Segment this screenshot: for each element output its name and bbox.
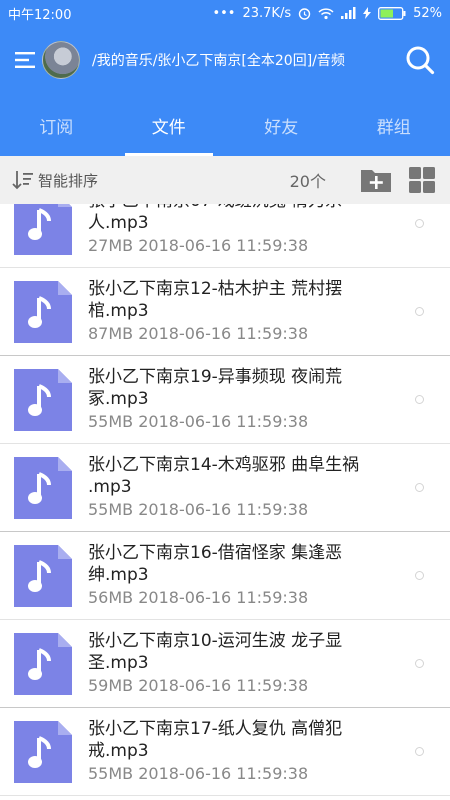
file-row[interactable]: 张小乙下南京16-借宿怪家 集逢恶绅.mp3 56MB 2018-06-16 1…: [0, 532, 450, 620]
file-size: 55MB: [88, 764, 134, 783]
file-meta: 55MB 2018-06-16 11:59:38: [88, 500, 308, 519]
file-row[interactable]: 张小乙下南京07-戏班沉冤 情刀杀人.mp3 27MB 2018-06-16 1…: [0, 204, 450, 268]
alarm-icon: [298, 7, 311, 20]
file-toolbar: 智能排序 20个: [0, 156, 450, 204]
select-radio[interactable]: [415, 307, 424, 316]
sort-icon: [12, 171, 33, 190]
file-row[interactable]: 张小乙下南京14-木鸡驱邪 曲阜生祸 .mp3 55MB 2018-06-16 …: [0, 444, 450, 532]
tab-subscribe[interactable]: 订阅: [0, 94, 113, 156]
breadcrumb: /我的音乐/张小乙下南京[全本20回]/音频: [92, 53, 345, 69]
file-title: 张小乙下南京12-枯木护主 荒村摆棺.mp3: [88, 279, 343, 321]
new-folder-button[interactable]: [360, 164, 392, 196]
status-right: ••• 23.7K/s 52%: [212, 6, 442, 21]
audio-file-icon: [14, 369, 72, 431]
audio-file-icon: [14, 204, 72, 255]
file-title: 张小乙下南京19-异事频现 夜闹荒冢.mp3: [88, 367, 343, 409]
file-count: 20个: [289, 172, 326, 191]
audio-file-icon: [14, 457, 72, 519]
net-speed: 23.7K/s: [242, 5, 292, 21]
select-radio[interactable]: [415, 483, 424, 492]
file-meta: 59MB 2018-06-16 11:59:38: [88, 676, 308, 695]
avatar[interactable]: [42, 41, 80, 79]
sort-label: 智能排序: [38, 171, 99, 190]
app-bar: /我的音乐/张小乙下南京[全本20回]/音频: [0, 26, 450, 94]
file-date: 2018-06-16 11:59:38: [138, 676, 309, 695]
file-size: 27MB: [88, 236, 134, 255]
wifi-icon: [318, 7, 334, 20]
select-radio[interactable]: [415, 219, 424, 228]
file-title: 张小乙下南京10-运河生波 龙子显圣.mp3: [88, 631, 343, 673]
file-size: 87MB: [88, 324, 134, 343]
file-date: 2018-06-16 11:59:38: [138, 412, 309, 431]
status-bar: 中午12:00 ••• 23.7K/s 52%: [0, 0, 450, 26]
tab-files[interactable]: 文件: [113, 94, 226, 156]
new-folder-icon: [361, 170, 391, 192]
file-list-inner: 张小乙下南京07-戏班沉冤 情刀杀人.mp3 27MB 2018-06-16 1…: [0, 204, 450, 796]
battery-percent: 52%: [413, 5, 442, 21]
tab-groups[interactable]: 群组: [338, 94, 450, 156]
signal-dots: •••: [212, 5, 236, 21]
file-row[interactable]: 张小乙下南京19-异事频现 夜闹荒冢.mp3 55MB 2018-06-16 1…: [0, 356, 450, 444]
audio-file-icon: [14, 721, 72, 783]
status-time: 中午12:00: [8, 7, 72, 23]
file-meta: 27MB 2018-06-16 11:59:38: [88, 236, 308, 255]
file-meta: 55MB 2018-06-16 11:59:38: [88, 412, 308, 431]
charging-icon: [363, 7, 372, 19]
audio-file-icon: [14, 633, 72, 695]
grid-view-icon: [409, 167, 435, 193]
file-row[interactable]: 张小乙下南京12-枯木护主 荒村摆棺.mp3 87MB 2018-06-16 1…: [0, 268, 450, 356]
menu-icon[interactable]: [12, 47, 38, 73]
file-size: 55MB: [88, 500, 134, 519]
smart-sort-button[interactable]: 智能排序: [12, 169, 98, 191]
file-meta: 55MB 2018-06-16 11:59:38: [88, 764, 308, 783]
select-radio[interactable]: [415, 571, 424, 580]
file-date: 2018-06-16 11:59:38: [138, 500, 309, 519]
tab-bar: 订阅 文件 好友 群组: [0, 94, 450, 156]
file-title: 张小乙下南京17-纸人复仇 高僧犯戒.mp3: [88, 719, 343, 761]
select-radio[interactable]: [415, 747, 424, 756]
file-row[interactable]: 张小乙下南京10-运河生波 龙子显圣.mp3 59MB 2018-06-16 1…: [0, 620, 450, 708]
file-size: 59MB: [88, 676, 134, 695]
file-date: 2018-06-16 11:59:38: [138, 324, 309, 343]
audio-file-icon: [14, 545, 72, 607]
select-radio[interactable]: [415, 395, 424, 404]
file-title: 张小乙下南京16-借宿怪家 集逢恶绅.mp3: [88, 543, 343, 585]
audio-file-icon: [14, 281, 72, 343]
file-list: 张小乙下南京07-戏班沉冤 情刀杀人.mp3 27MB 2018-06-16 1…: [0, 204, 450, 800]
file-meta: 56MB 2018-06-16 11:59:38: [88, 588, 308, 607]
search-button[interactable]: [402, 42, 438, 78]
file-size: 56MB: [88, 588, 134, 607]
file-date: 2018-06-16 11:59:38: [138, 764, 309, 783]
search-icon: [406, 46, 435, 75]
file-title: 张小乙下南京14-木鸡驱邪 曲阜生祸 .mp3: [88, 455, 360, 497]
file-size: 55MB: [88, 412, 134, 431]
file-date: 2018-06-16 11:59:38: [138, 236, 309, 255]
cell-signal-icon: [341, 7, 356, 19]
file-row[interactable]: 张小乙下南京17-纸人复仇 高僧犯戒.mp3 55MB 2018-06-16 1…: [0, 708, 450, 796]
file-date: 2018-06-16 11:59:38: [138, 588, 309, 607]
tab-friends[interactable]: 好友: [225, 94, 338, 156]
file-title: 张小乙下南京07-戏班沉冤 情刀杀人.mp3: [88, 204, 342, 233]
file-meta: 87MB 2018-06-16 11:59:38: [88, 324, 308, 343]
select-radio[interactable]: [415, 659, 424, 668]
grid-view-button[interactable]: [406, 164, 438, 196]
battery-icon: [378, 6, 406, 20]
